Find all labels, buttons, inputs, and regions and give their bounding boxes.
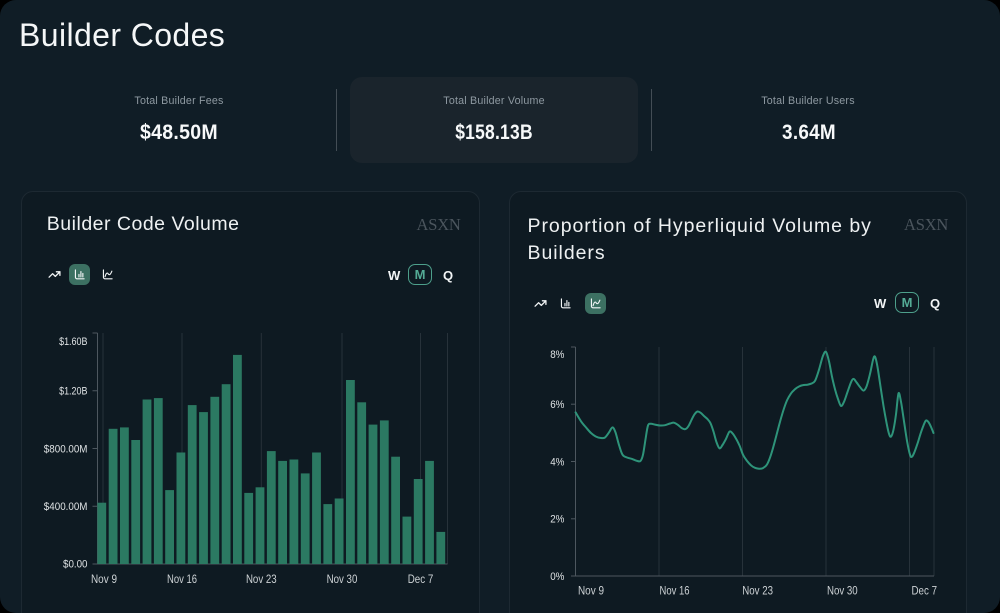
svg-text:0%: 0%	[550, 571, 564, 583]
svg-text:$400.00M: $400.00M	[44, 501, 88, 513]
svg-text:$800.00M: $800.00M	[44, 443, 88, 455]
svg-text:4%: 4%	[550, 456, 564, 468]
svg-text:8%: 8%	[550, 349, 564, 361]
svg-text:Dec 7: Dec 7	[408, 572, 434, 586]
svg-text:$1.60B: $1.60B	[59, 336, 87, 348]
svg-text:$1.20B: $1.20B	[59, 386, 87, 398]
svg-text:Nov 9: Nov 9	[91, 572, 117, 586]
svg-text:Dec 7: Dec 7	[912, 584, 938, 598]
svg-text:Nov 23: Nov 23	[742, 584, 773, 598]
svg-text:$0.00: $0.00	[63, 558, 88, 570]
svg-text:6%: 6%	[550, 399, 564, 411]
svg-text:Nov 9: Nov 9	[578, 584, 604, 598]
svg-text:2%: 2%	[550, 514, 564, 526]
svg-text:Nov 16: Nov 16	[167, 572, 197, 586]
svg-text:Nov 30: Nov 30	[327, 572, 358, 586]
svg-text:Nov 30: Nov 30	[827, 584, 858, 598]
svg-text:Nov 23: Nov 23	[246, 572, 277, 586]
svg-text:Nov 16: Nov 16	[660, 584, 690, 598]
